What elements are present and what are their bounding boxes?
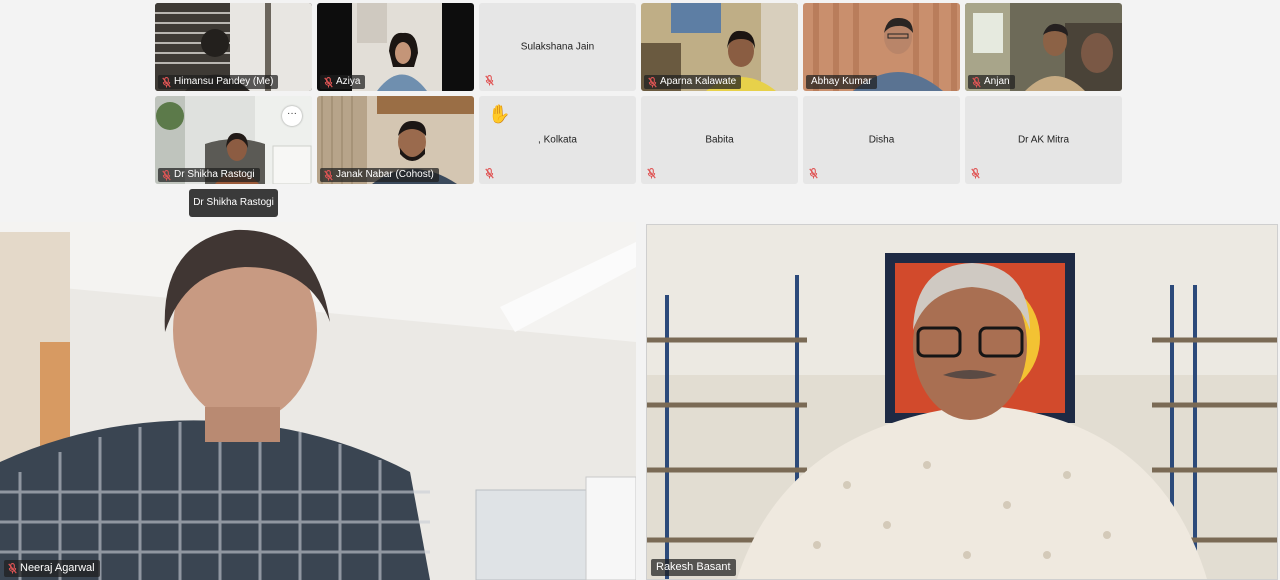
participant-name: Aparna Kalawate (660, 76, 737, 87)
participant-tile-abhay[interactable]: Abhay Kumar (803, 3, 960, 91)
participant-name: Dr AK Mitra (1017, 134, 1070, 146)
participant-name: Neeraj Agarwal (20, 562, 95, 574)
participant-name: Babita (705, 134, 734, 146)
participant-name: Rakesh Basant (656, 561, 731, 573)
speaker-tile-rakesh[interactable]: Rakesh Basant (646, 224, 1278, 580)
mic-off-icon (647, 168, 656, 179)
participant-name: Aziya (336, 76, 361, 87)
participant-tooltip: Dr Shikha Rastogi (189, 189, 278, 217)
participant-tile-akmitra[interactable]: Dr AK Mitra (965, 96, 1122, 184)
video-feed (647, 225, 1277, 579)
participant-tile-himansu[interactable]: Himansu Pandey (Me) (155, 3, 312, 91)
participant-tile-aparna[interactable]: Aparna Kalawate (641, 3, 798, 91)
raised-hand-icon: ✋ (488, 104, 511, 124)
participant-tile-janak[interactable]: Janak Nabar (Cohost) (317, 96, 474, 184)
name-tag: Rakesh Basant (651, 559, 736, 576)
name-tag: Janak Nabar (Cohost) (320, 168, 439, 182)
name-tag: Abhay Kumar (806, 75, 877, 89)
participant-name: Disha (868, 134, 895, 146)
participant-tile-anjan[interactable]: Anjan (965, 3, 1122, 91)
mic-off-icon (162, 170, 171, 181)
participant-tile-disha[interactable]: Disha (803, 96, 960, 184)
participant-tile-kolkata[interactable]: ✋ , Kolkata (479, 96, 636, 184)
participant-name: Anjan (984, 76, 1010, 87)
name-tag: Anjan (968, 75, 1015, 89)
participant-tile-shikha[interactable]: ··· Dr Shikha Rastogi (155, 96, 312, 184)
participant-tile-aziya[interactable]: Aziya (317, 3, 474, 91)
name-tag: Aparna Kalawate (644, 75, 742, 89)
participant-tile-babita[interactable]: Babita (641, 96, 798, 184)
mic-off-icon (324, 77, 333, 88)
name-tag: Neeraj Agarwal (4, 560, 100, 577)
more-options-button[interactable]: ··· (282, 106, 302, 126)
participant-name: Sulakshana Jain (520, 41, 595, 53)
speaker-tile-neeraj[interactable]: Neeraj Agarwal (0, 222, 636, 580)
mic-off-icon (648, 77, 657, 88)
mic-off-icon (485, 75, 494, 86)
mic-off-icon (809, 168, 818, 179)
mic-off-icon (971, 168, 980, 179)
participant-name: , Kolkata (538, 134, 577, 146)
mic-off-icon (485, 168, 494, 179)
mic-off-icon (162, 77, 171, 88)
participant-name: Abhay Kumar (811, 76, 872, 87)
participant-name: Himansu Pandey (Me) (174, 76, 274, 87)
video-feed (0, 222, 636, 580)
name-tag: Aziya (320, 75, 366, 89)
mic-off-icon (972, 77, 981, 88)
participant-tile-sulakshana[interactable]: Sulakshana Jain (479, 3, 636, 91)
mic-off-icon (324, 170, 333, 181)
participant-name: Janak Nabar (Cohost) (336, 169, 434, 180)
name-tag: Dr Shikha Rastogi (158, 168, 260, 182)
participant-name: Dr Shikha Rastogi (174, 169, 255, 180)
mic-off-icon (8, 563, 17, 574)
name-tag: Himansu Pandey (Me) (158, 75, 279, 89)
